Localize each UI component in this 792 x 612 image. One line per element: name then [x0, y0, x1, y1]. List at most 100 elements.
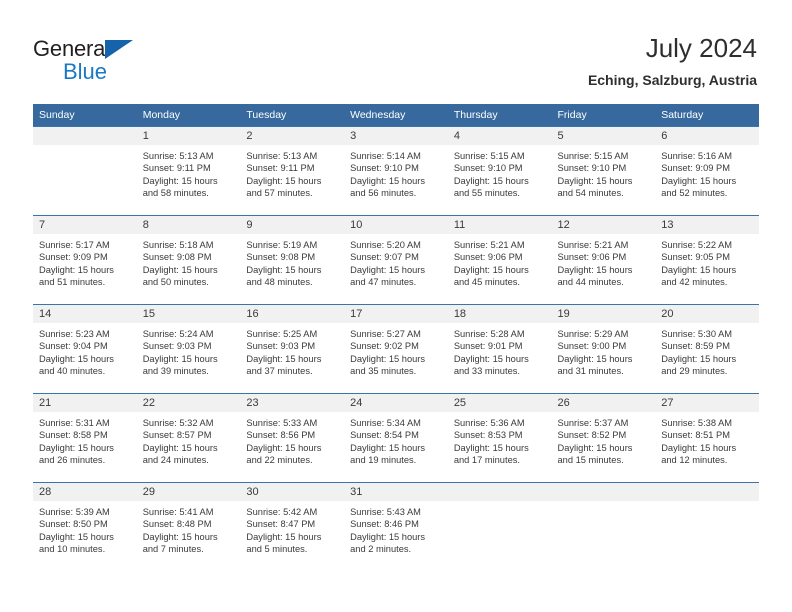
day-cell[interactable]: 26 Sunrise: 5:37 AM Sunset: 8:52 PM Dayl…: [551, 393, 656, 483]
sunset-text: Sunset: 9:02 PM: [350, 341, 419, 352]
day-cell[interactable]: 12 Sunrise: 5:21 AM Sunset: 9:06 PM Dayl…: [551, 215, 656, 305]
sunrise-text: Sunrise: 5:17 AM: [39, 240, 110, 250]
sunset-text: Sunset: 9:04 PM: [39, 341, 108, 352]
day-cell[interactable]: 10 Sunrise: 5:20 AM Sunset: 9:07 PM Dayl…: [344, 215, 448, 305]
day-details: Sunrise: 5:21 AM Sunset: 9:06 PM Dayligh…: [552, 234, 656, 288]
week-row: 14 Sunrise: 5:23 AM Sunset: 9:04 PM Dayl…: [33, 304, 759, 394]
day-details: [552, 501, 656, 506]
day-details: Sunrise: 5:28 AM Sunset: 9:01 PM Dayligh…: [448, 323, 552, 377]
day-details: Sunrise: 5:30 AM Sunset: 8:59 PM Dayligh…: [655, 323, 759, 377]
day-cell[interactable]: 20 Sunrise: 5:30 AM Sunset: 8:59 PM Dayl…: [655, 304, 759, 394]
day-cell[interactable]: 15 Sunrise: 5:24 AM Sunset: 9:03 PM Dayl…: [136, 304, 241, 394]
weekday-header-friday: Friday: [551, 104, 656, 127]
day-details: Sunrise: 5:29 AM Sunset: 9:00 PM Dayligh…: [552, 323, 656, 377]
day-cell[interactable]: 25 Sunrise: 5:36 AM Sunset: 8:53 PM Dayl…: [447, 393, 552, 483]
sunset-text: Sunset: 9:08 PM: [246, 252, 316, 263]
day-cell[interactable]: 24 Sunrise: 5:34 AM Sunset: 8:54 PM Dayl…: [344, 393, 448, 483]
day-cell[interactable]: [447, 482, 552, 571]
sunrise-text: Sunrise: 5:33 AM: [246, 418, 318, 428]
daylight-text-line1: Daylight: 15 hours: [39, 353, 114, 364]
daylight-text-line1: Daylight: 15 hours: [350, 175, 426, 186]
day-cell[interactable]: 2 Sunrise: 5:13 AM Sunset: 9:11 PM Dayli…: [240, 126, 345, 216]
daylight-text-line2: and 26 minutes.: [39, 454, 106, 465]
daylight-text-line2: and 33 minutes.: [453, 365, 520, 376]
daylight-text-line1: Daylight: 15 hours: [661, 442, 737, 453]
sunrise-text: Sunrise: 5:30 AM: [661, 329, 733, 339]
calendar-page: General Blue July 2024 Eching, Salzburg,…: [0, 0, 792, 612]
daylight-text-line2: and 45 minutes.: [453, 276, 520, 287]
day-cell[interactable]: 18 Sunrise: 5:28 AM Sunset: 9:01 PM Dayl…: [447, 304, 552, 394]
sunrise-text: Sunrise: 5:36 AM: [453, 418, 525, 428]
page-header: General Blue July 2024 Eching, Salzburg,…: [0, 0, 792, 104]
daylight-text-line1: Daylight: 15 hours: [453, 353, 529, 364]
sunrise-text: Sunrise: 5:13 AM: [142, 151, 214, 161]
day-cell[interactable]: 19 Sunrise: 5:29 AM Sunset: 9:00 PM Dayl…: [551, 304, 656, 394]
day-cell[interactable]: 9 Sunrise: 5:19 AM Sunset: 9:08 PM Dayli…: [240, 215, 345, 305]
sunset-text: Sunset: 9:11 PM: [142, 163, 211, 174]
day-details: Sunrise: 5:23 AM Sunset: 9:04 PM Dayligh…: [33, 323, 137, 377]
sunrise-text: Sunrise: 5:20 AM: [350, 240, 421, 250]
day-cell[interactable]: 29 Sunrise: 5:41 AM Sunset: 8:48 PM Dayl…: [136, 482, 241, 571]
sunset-text: Sunset: 9:01 PM: [453, 341, 523, 352]
day-cell[interactable]: 22 Sunrise: 5:32 AM Sunset: 8:57 PM Dayl…: [136, 393, 241, 483]
sunset-text: Sunset: 8:47 PM: [246, 519, 316, 530]
day-details: Sunrise: 5:22 AM Sunset: 9:05 PM Dayligh…: [655, 234, 759, 288]
day-cell[interactable]: 1 Sunrise: 5:13 AM Sunset: 9:11 PM Dayli…: [136, 126, 241, 216]
day-cell[interactable]: [551, 482, 656, 571]
sunrise-text: Sunrise: 5:42 AM: [246, 507, 318, 517]
day-cell[interactable]: 28 Sunrise: 5:39 AM Sunset: 8:50 PM Dayl…: [33, 482, 137, 571]
daylight-text-line2: and 39 minutes.: [142, 365, 209, 376]
sunset-text: Sunset: 9:05 PM: [661, 252, 730, 263]
sunrise-text: Sunrise: 5:39 AM: [39, 507, 110, 517]
day-cell[interactable]: 11 Sunrise: 5:21 AM Sunset: 9:06 PM Dayl…: [447, 215, 552, 305]
daylight-text-line1: Daylight: 15 hours: [453, 264, 529, 275]
sunset-text: Sunset: 9:08 PM: [142, 252, 212, 263]
day-details: Sunrise: 5:43 AM Sunset: 8:46 PM Dayligh…: [344, 501, 448, 555]
day-number: 12: [551, 216, 656, 234]
daylight-text-line2: and 17 minutes.: [453, 454, 520, 465]
day-cell[interactable]: 27 Sunrise: 5:38 AM Sunset: 8:51 PM Dayl…: [655, 393, 759, 483]
day-cell[interactable]: 23 Sunrise: 5:33 AM Sunset: 8:56 PM Dayl…: [240, 393, 345, 483]
daylight-text-line1: Daylight: 15 hours: [661, 175, 737, 186]
day-number: 18: [447, 305, 552, 323]
day-cell[interactable]: [655, 482, 759, 571]
daylight-text-line2: and 10 minutes.: [39, 543, 106, 554]
day-details: Sunrise: 5:38 AM Sunset: 8:51 PM Dayligh…: [655, 412, 759, 466]
sunrise-text: Sunrise: 5:19 AM: [246, 240, 318, 250]
sunset-text: Sunset: 8:59 PM: [661, 341, 730, 352]
sunrise-text: Sunrise: 5:43 AM: [350, 507, 421, 517]
day-cell[interactable]: 5 Sunrise: 5:15 AM Sunset: 9:10 PM Dayli…: [551, 126, 656, 216]
daylight-text-line2: and 37 minutes.: [246, 365, 313, 376]
day-cell[interactable]: 16 Sunrise: 5:25 AM Sunset: 9:03 PM Dayl…: [240, 304, 345, 394]
day-cell[interactable]: 14 Sunrise: 5:23 AM Sunset: 9:04 PM Dayl…: [33, 304, 137, 394]
day-cell[interactable]: 8 Sunrise: 5:18 AM Sunset: 9:08 PM Dayli…: [136, 215, 241, 305]
weekday-header-thursday: Thursday: [447, 104, 552, 127]
weekday-header-tuesday: Tuesday: [240, 104, 345, 127]
day-number: [551, 483, 656, 501]
day-cell[interactable]: 4 Sunrise: 5:15 AM Sunset: 9:10 PM Dayli…: [447, 126, 552, 216]
day-number: 29: [136, 483, 241, 501]
day-cell[interactable]: 7 Sunrise: 5:17 AM Sunset: 9:09 PM Dayli…: [33, 215, 137, 305]
day-details: Sunrise: 5:34 AM Sunset: 8:54 PM Dayligh…: [344, 412, 448, 466]
day-cell[interactable]: 21 Sunrise: 5:31 AM Sunset: 8:58 PM Dayl…: [33, 393, 137, 483]
sunrise-text: Sunrise: 5:22 AM: [661, 240, 733, 250]
day-cell[interactable]: 6 Sunrise: 5:16 AM Sunset: 9:09 PM Dayli…: [655, 126, 759, 216]
daylight-text-line1: Daylight: 15 hours: [246, 442, 322, 453]
weekday-header-monday: Monday: [136, 104, 241, 127]
generalblue-logo: General Blue: [33, 36, 183, 88]
day-details: [655, 501, 759, 506]
daylight-text-line2: and 22 minutes.: [246, 454, 313, 465]
day-cell[interactable]: 17 Sunrise: 5:27 AM Sunset: 9:02 PM Dayl…: [344, 304, 448, 394]
day-cell[interactable]: 30 Sunrise: 5:42 AM Sunset: 8:47 PM Dayl…: [240, 482, 345, 571]
daylight-text-line1: Daylight: 15 hours: [557, 353, 633, 364]
sunrise-text: Sunrise: 5:29 AM: [557, 329, 629, 339]
day-cell[interactable]: 13 Sunrise: 5:22 AM Sunset: 9:05 PM Dayl…: [655, 215, 759, 305]
day-cell[interactable]: 31 Sunrise: 5:43 AM Sunset: 8:46 PM Dayl…: [344, 482, 448, 571]
day-number: 6: [655, 127, 759, 145]
daylight-text-line2: and 56 minutes.: [350, 187, 417, 198]
day-cell[interactable]: [33, 126, 137, 216]
sunrise-text: Sunrise: 5:24 AM: [142, 329, 214, 339]
day-cell[interactable]: 3 Sunrise: 5:14 AM Sunset: 9:10 PM Dayli…: [344, 126, 448, 216]
daylight-text-line1: Daylight: 15 hours: [142, 264, 218, 275]
day-details: Sunrise: 5:32 AM Sunset: 8:57 PM Dayligh…: [137, 412, 241, 466]
